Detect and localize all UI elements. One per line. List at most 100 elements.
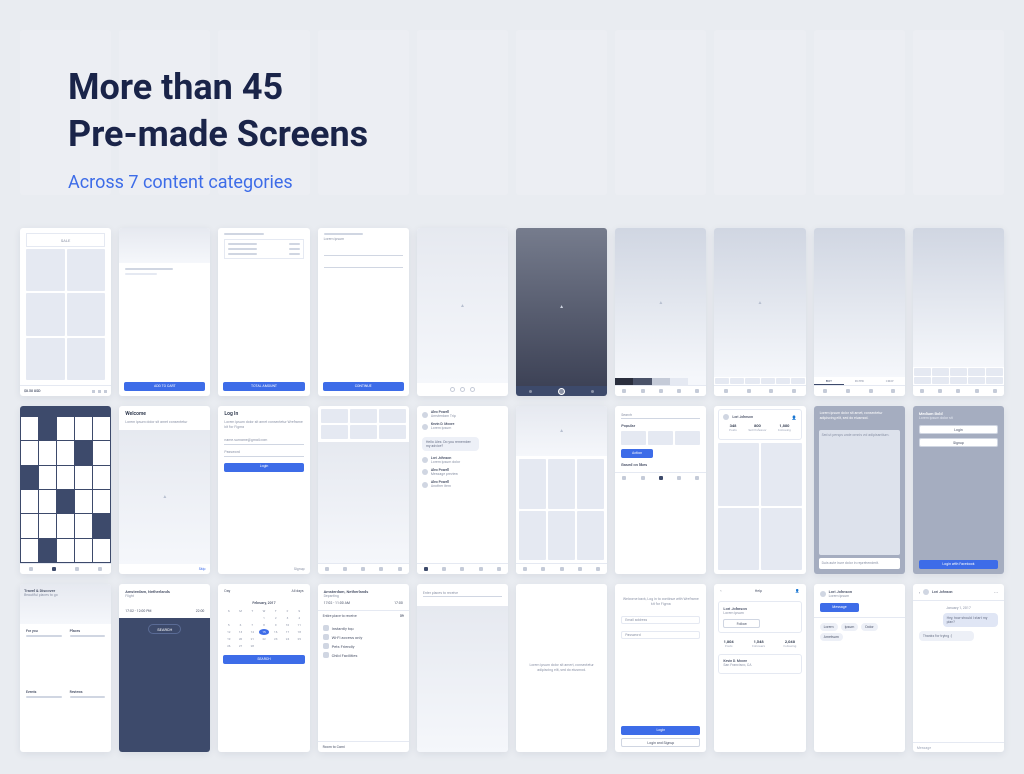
- back-icon[interactable]: ‹: [720, 589, 721, 593]
- ecommerce-sale-screen: SALE $8.50 USD: [20, 228, 111, 396]
- filter-tabs[interactable]: EDIT FILTER CROP: [814, 377, 905, 385]
- email-input[interactable]: name.surname@gmail.com: [224, 437, 303, 445]
- welcome-screen: Welcome Lorem ipsum dolor sit amet conse…: [119, 406, 210, 574]
- mountain-icon: ▲: [658, 300, 663, 306]
- add-to-cart-button[interactable]: ADD TO CART: [124, 382, 205, 391]
- footnote: Duis aute irure dolor in reprehenderit.: [822, 561, 897, 566]
- filter-option[interactable]: Pets Friendly: [323, 643, 404, 649]
- user-icon[interactable]: 👤: [795, 589, 799, 593]
- mountain-icon: ▲: [162, 494, 167, 500]
- skip-link[interactable]: Skip: [119, 564, 210, 574]
- section-lead: Sed ut persps unde omnis vol adipisantiu…: [822, 433, 897, 438]
- tag-chip[interactable]: Ipsum: [841, 623, 859, 631]
- gallery-dot[interactable]: [450, 387, 455, 392]
- camera-screen: ▲: [516, 228, 607, 396]
- calendar-grid[interactable]: SMTWTFS 1234 567891011 12131415161718 19…: [223, 608, 304, 649]
- tag-chip[interactable]: Lorem: [820, 623, 838, 631]
- mountain-icon: ▲: [758, 300, 763, 306]
- message-input[interactable]: Message: [913, 742, 1004, 752]
- user-icon[interactable]: 👤: [792, 415, 797, 420]
- room-option[interactable]: Room to Cami: [318, 741, 409, 752]
- stats-row: 348Posts 800Set Professor 1,800Following: [723, 420, 796, 435]
- more-icon[interactable]: ⋯: [994, 590, 998, 595]
- month-grid[interactable]: [20, 416, 111, 563]
- login-signup-button[interactable]: Login and Signup: [621, 738, 700, 747]
- message-button[interactable]: Message: [820, 603, 860, 612]
- time-from: 17:02 - 12:00 PM: [125, 609, 151, 613]
- suggested-user[interactable]: Kevin D. Moore San Francisco, CA: [718, 654, 801, 673]
- login-option[interactable]: Login: [919, 425, 998, 434]
- bottom-toolbar: [615, 385, 706, 396]
- category-events[interactable]: Events: [26, 690, 62, 747]
- password-input[interactable]: Password: [224, 449, 303, 457]
- chat-item[interactable]: Lori JohnsonLorem ipsum dolor: [422, 456, 503, 465]
- chat-conversation-screen: ‹ Lori Johnson ⋯ January 1, 2017 Hey, ho…: [913, 584, 1004, 752]
- login-button[interactable]: Login: [224, 463, 303, 472]
- tag-chip[interactable]: Ametsum: [820, 633, 843, 641]
- sale-badge: SALE: [26, 233, 105, 247]
- continue-button[interactable]: CONTINUE: [323, 382, 404, 391]
- gallery-dot[interactable]: [460, 387, 465, 392]
- search-button[interactable]: SEARCH: [148, 624, 181, 634]
- category-places[interactable]: Places: [70, 629, 106, 686]
- calendar-grid-screen: [20, 406, 111, 574]
- chat-item[interactable]: Alex PowellAnother item: [422, 480, 503, 489]
- search-input[interactable]: Enter places to receive: [423, 589, 502, 597]
- search-cal-button[interactable]: SEARCH: [223, 655, 304, 664]
- switch-camera-icon[interactable]: [591, 390, 594, 393]
- chat-item[interactable]: Alex PowellMessage preview: [422, 468, 503, 477]
- control-icon[interactable]: [98, 390, 101, 393]
- email-input[interactable]: Email address: [621, 616, 700, 624]
- title-line-2: Pre-made Screens: [68, 113, 368, 155]
- price-label: $8.50 USD: [20, 386, 88, 396]
- signup-link[interactable]: Signup: [218, 564, 309, 574]
- filter-option[interactable]: Wi-Fi access only: [323, 634, 404, 640]
- tag-chip[interactable]: Dolor: [861, 623, 877, 631]
- control-icon[interactable]: [104, 390, 107, 393]
- article-lead: Lorem ipsum dolor sit amet, consectetur …: [820, 411, 899, 422]
- login-button[interactable]: Login: [621, 726, 700, 735]
- welcome-subtitle: Lorem ipsum dolor sit amet consectetur: [125, 420, 204, 425]
- thumbnail-grid: [318, 406, 409, 442]
- all-days-label[interactable]: All days: [291, 589, 303, 593]
- gallery-grid-screen: [913, 228, 1004, 396]
- chat-item[interactable]: Alex PowellAmsterdam Trip: [422, 410, 503, 419]
- login-facebook-button[interactable]: Login with Facebook: [919, 560, 998, 569]
- filter-option[interactable]: Child Facilities: [323, 652, 404, 658]
- category-for-you[interactable]: For you: [26, 629, 62, 686]
- signup-option[interactable]: Signup: [919, 438, 998, 447]
- password-input[interactable]: Password: [621, 631, 700, 639]
- received-message: Thanks for trying :): [919, 631, 974, 641]
- popular-heading: Popular: [621, 423, 700, 428]
- chat-item[interactable]: Kevin D. MooreLorem ipsum: [422, 422, 503, 431]
- mountain-icon: ▲: [559, 428, 564, 434]
- onboarding-text-screen: Enter places to receive: [417, 584, 508, 752]
- header-block: More than 45 Pre-made Screens Across 7 c…: [68, 64, 368, 193]
- screen-grid: SALE $8.50 USD ADD TO CART TOTAL AMOUNT: [0, 228, 1024, 752]
- thumbnail-grid-screen: [318, 406, 409, 574]
- filter-option[interactable]: Instantly top: [323, 625, 404, 631]
- filter-row[interactable]: Entire place to receive59: [318, 610, 409, 621]
- control-icon[interactable]: [92, 390, 95, 393]
- profile-card: Lori Johnson👤 348Posts 800Set Professor …: [718, 409, 801, 440]
- auth-options-screen: Medium Bold Lorem ipsum dolor sit Login …: [913, 406, 1004, 574]
- gallery-dot[interactable]: [470, 387, 475, 392]
- back-icon[interactable]: ‹: [919, 590, 920, 595]
- search-input[interactable]: Search: [621, 411, 700, 419]
- total-button[interactable]: TOTAL AMOUNT: [223, 382, 304, 391]
- category-reviews[interactable]: Reviews: [70, 690, 106, 747]
- follow-button[interactable]: Follow: [723, 619, 760, 628]
- help-link[interactable]: Help: [755, 589, 762, 593]
- color-swatches[interactable]: [615, 378, 706, 385]
- welcome-title: Welcome: [125, 411, 204, 417]
- action-button[interactable]: Action: [621, 449, 653, 458]
- flash-icon[interactable]: [529, 390, 532, 393]
- login-screen: Log In Lorem ipsum dolor sit amet consec…: [218, 406, 309, 574]
- camera-toolbar: [516, 386, 607, 396]
- profile-block: Lori Johnson Lorem ipsum Follow: [718, 601, 801, 633]
- row-2: Welcome Lorem ipsum dolor sit amet conse…: [20, 406, 1004, 574]
- editor-tools-screen: ▲: [714, 228, 805, 396]
- shutter-button[interactable]: [558, 388, 565, 395]
- checkout-list-screen: TOTAL AMOUNT: [218, 228, 309, 396]
- product-detail-screen: ADD TO CART: [119, 228, 210, 396]
